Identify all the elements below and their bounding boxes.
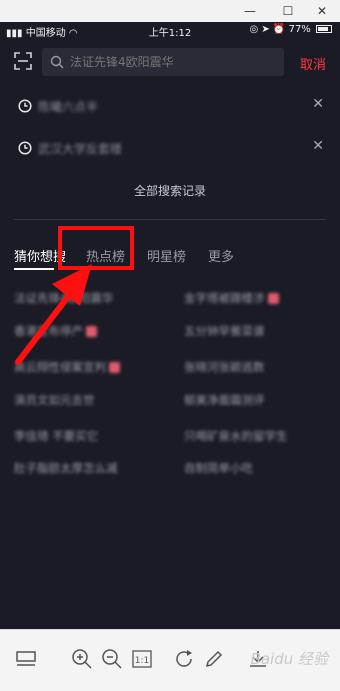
window-titlebar: — ☐ ✕ — [0, 0, 340, 22]
phone-screen: ▮▮▮ 中国移动 ◠ 上午1:12 ◎ ➤ ⏰ 77% 取消 — [0, 22, 340, 629]
minimize-button[interactable]: — — [232, 0, 268, 22]
zoom-out-icon[interactable] — [100, 647, 124, 671]
maximize-button[interactable]: ☐ — [270, 0, 306, 22]
rotate-icon[interactable] — [172, 647, 196, 671]
edit-pencil-icon[interactable] — [202, 647, 226, 671]
pointer-arrow-icon — [15, 264, 92, 365]
viewer-toolbar: 1:1 Baidu 经验 — [0, 629, 340, 691]
close-window-button[interactable]: ✕ — [304, 0, 340, 22]
layout-icon[interactable] — [14, 647, 38, 671]
svg-text:1:1: 1:1 — [135, 656, 149, 666]
zoom-in-icon[interactable] — [70, 647, 94, 671]
watermark: Baidu 经验 — [250, 650, 328, 668]
actual-size-button[interactable]: 1:1 — [130, 647, 154, 671]
